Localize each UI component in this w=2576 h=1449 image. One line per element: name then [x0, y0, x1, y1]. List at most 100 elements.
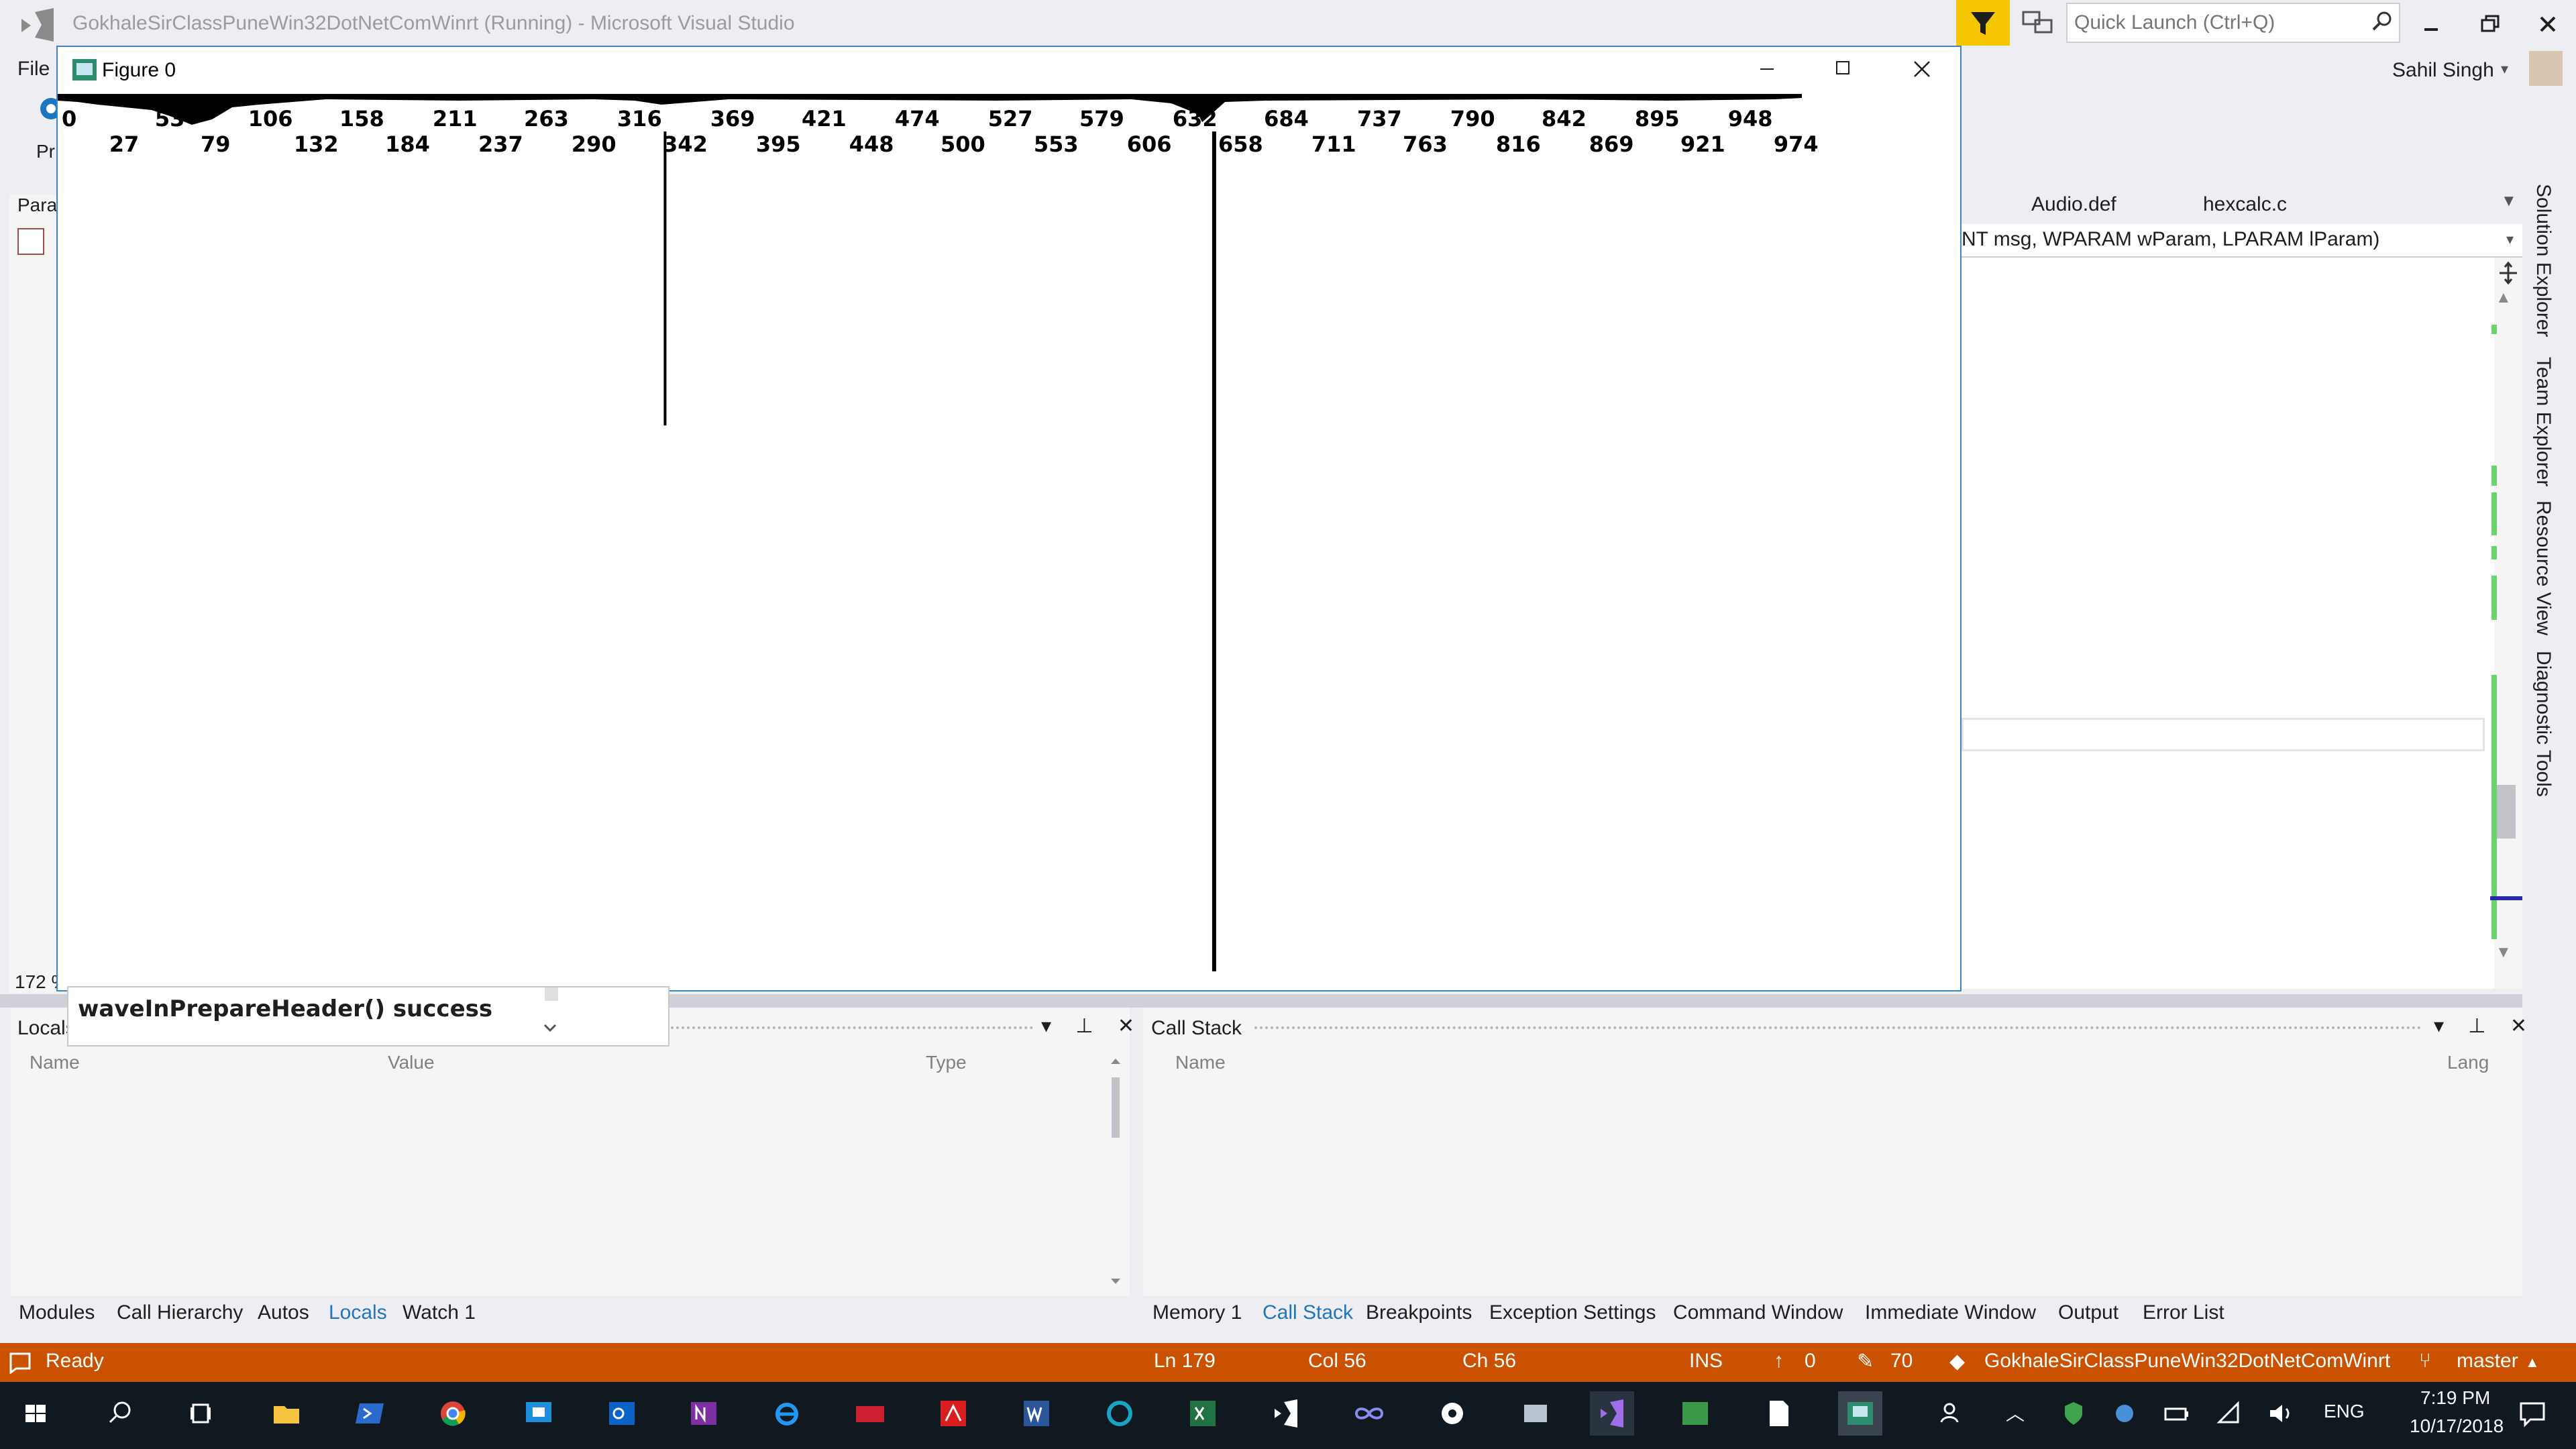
restore-icon[interactable]: [2469, 3, 2512, 46]
document-icon[interactable]: [1756, 1391, 1801, 1436]
split-editor-icon[interactable]: [2494, 259, 2522, 287]
chrome-icon[interactable]: [431, 1391, 475, 1436]
figure-title-bar[interactable]: [58, 47, 1960, 94]
tab-call-stack[interactable]: Call Stack: [1263, 1301, 1353, 1324]
tab-call-hierarchy[interactable]: Call Hierarchy: [117, 1301, 243, 1324]
window-position-dropdown-icon[interactable]: ▾: [1041, 1015, 1051, 1037]
status-repository[interactable]: GokhaleSirClassPuneWin32DotNetComWinrt: [1984, 1350, 2390, 1373]
search-icon[interactable]: [98, 1391, 142, 1436]
wifi-icon[interactable]: [2207, 1391, 2251, 1436]
pin-icon[interactable]: ⊥: [2468, 1015, 2485, 1037]
chevron-down-icon[interactable]: ▾: [2506, 231, 2514, 248]
figure-window-icon[interactable]: [1838, 1391, 1882, 1436]
tab-modules[interactable]: Modules: [19, 1301, 95, 1324]
infinity-app-icon[interactable]: [1347, 1391, 1391, 1436]
server-app-icon[interactable]: [1513, 1391, 1558, 1436]
locals-grid[interactable]: [11, 1046, 1126, 1295]
taskbar-time[interactable]: 7:19 PM: [2420, 1387, 2490, 1409]
pin-icon[interactable]: ⊥: [1075, 1015, 1093, 1037]
menu-file[interactable]: File: [17, 58, 50, 80]
sync-app-icon[interactable]: [1097, 1391, 1142, 1436]
volume-icon[interactable]: [2259, 1391, 2304, 1436]
search-icon[interactable]: [2371, 9, 2394, 32]
acrobat-icon[interactable]: [931, 1391, 975, 1436]
tab-breakpoints[interactable]: Breakpoints: [1366, 1301, 1472, 1324]
onenote-icon[interactable]: [682, 1391, 726, 1436]
maximize-icon[interactable]: [1821, 48, 1865, 89]
tab-memory-1[interactable]: Memory 1: [1152, 1301, 1242, 1324]
people-icon[interactable]: [1929, 1391, 1974, 1436]
chevron-down-icon[interactable]: ▾: [2501, 60, 2508, 78]
chevron-up-icon[interactable]: ︿: [2006, 1399, 2025, 1426]
powershell-icon[interactable]: [349, 1391, 393, 1436]
member-navigation-text[interactable]: NT msg, WPARAM wParam, LPARAM lParam): [1962, 228, 2379, 251]
filter-icon[interactable]: [1956, 0, 2010, 46]
internet-explorer-icon[interactable]: [765, 1391, 809, 1436]
output-message-icon[interactable]: [8, 1351, 32, 1374]
git-repo-icon[interactable]: ◆: [1949, 1350, 1965, 1373]
user-name[interactable]: Sahil Singh: [2392, 59, 2494, 82]
scroll-down-icon[interactable]: ▼: [2496, 943, 2512, 962]
tab-watch-1[interactable]: Watch 1: [402, 1301, 476, 1324]
chevron-down-icon[interactable]: [537, 987, 564, 1045]
close-icon[interactable]: [1900, 48, 1944, 89]
input-language[interactable]: ENG: [2324, 1401, 2365, 1422]
close-icon[interactable]: [2526, 3, 2569, 46]
window-position-dropdown-icon[interactable]: ▾: [2434, 1015, 2444, 1037]
remote-desktop-icon[interactable]: [517, 1391, 561, 1436]
column-header-type[interactable]: Type: [926, 1052, 967, 1073]
column-header-value[interactable]: Value: [388, 1052, 435, 1073]
status-branch[interactable]: master: [2457, 1350, 2518, 1373]
feedback-icon[interactable]: [2019, 5, 2057, 39]
code-editor[interactable]: [1959, 258, 2496, 989]
column-header-name[interactable]: Name: [1175, 1052, 1226, 1073]
tab-immediate-window[interactable]: Immediate Window: [1865, 1301, 2036, 1324]
column-header-language[interactable]: Lang: [2447, 1052, 2489, 1073]
column-header-name[interactable]: Name: [30, 1052, 80, 1073]
sidebar-tab-resource-view[interactable]: Resource View: [2532, 500, 2555, 635]
avatar[interactable]: [2529, 51, 2563, 86]
panel-grip[interactable]: [1254, 1026, 2422, 1029]
chevron-up-icon[interactable]: ▲: [2525, 1354, 2540, 1371]
locals-scrollbar[interactable]: [1106, 1053, 1126, 1288]
tab-locals[interactable]: Locals: [329, 1301, 387, 1324]
tab-audio-def[interactable]: Audio.def: [2031, 193, 2116, 216]
panel-grip[interactable]: [671, 1026, 1033, 1029]
image-editor-icon[interactable]: [1673, 1391, 1717, 1436]
notifications-icon[interactable]: [2510, 1391, 2555, 1436]
file-explorer-icon[interactable]: [264, 1391, 309, 1436]
minimize-icon[interactable]: [1744, 48, 1788, 89]
close-icon[interactable]: ✕: [1118, 1015, 1134, 1037]
tab-output[interactable]: Output: [2058, 1301, 2118, 1324]
tab-hexcalc-c[interactable]: hexcalc.c: [2203, 193, 2287, 216]
outlook-icon[interactable]: [600, 1391, 644, 1436]
minimize-icon[interactable]: [2410, 3, 2453, 46]
tab-exception-settings[interactable]: Exception Settings: [1489, 1301, 1656, 1324]
word-icon[interactable]: [1014, 1391, 1059, 1436]
editor-vertical-scrollbar[interactable]: [2494, 258, 2522, 989]
windows-start-icon[interactable]: [13, 1391, 58, 1436]
close-icon[interactable]: ✕: [2510, 1015, 2527, 1037]
excel-icon[interactable]: [1181, 1391, 1225, 1436]
sidebar-tab-solution-explorer[interactable]: Solution Explorer: [2532, 184, 2555, 337]
git-branch-icon[interactable]: ⑂: [2419, 1350, 2431, 1373]
globe-icon[interactable]: [2102, 1391, 2147, 1436]
pencil-icon[interactable]: ✎: [1857, 1350, 1874, 1373]
visual-studio-purple-icon[interactable]: [1264, 1391, 1308, 1436]
status-unpushed-count[interactable]: 0: [1805, 1350, 1816, 1373]
shield-icon[interactable]: [2051, 1391, 2096, 1436]
quick-launch-field[interactable]: [2066, 3, 2400, 43]
battery-icon[interactable]: [2155, 1391, 2199, 1436]
dialog-resource-icon[interactable]: [17, 228, 44, 255]
tab-list-dropdown-icon[interactable]: ▼: [2501, 192, 2517, 211]
scrollbar-thumb[interactable]: [2497, 785, 2516, 839]
avaya-icon[interactable]: [848, 1391, 892, 1436]
tab-error-list[interactable]: Error List: [2143, 1301, 2224, 1324]
scroll-up-icon[interactable]: ▲: [2496, 288, 2512, 307]
taskbar-date[interactable]: 10/17/2018: [2410, 1415, 2504, 1437]
tab-autos[interactable]: Autos: [258, 1301, 309, 1324]
sidebar-tab-diagnostic-tools[interactable]: Diagnostic Tools: [2532, 651, 2555, 797]
push-icon[interactable]: ↑: [1774, 1350, 1784, 1373]
settings-app-icon[interactable]: [1430, 1391, 1474, 1436]
task-view-icon[interactable]: [180, 1391, 224, 1436]
